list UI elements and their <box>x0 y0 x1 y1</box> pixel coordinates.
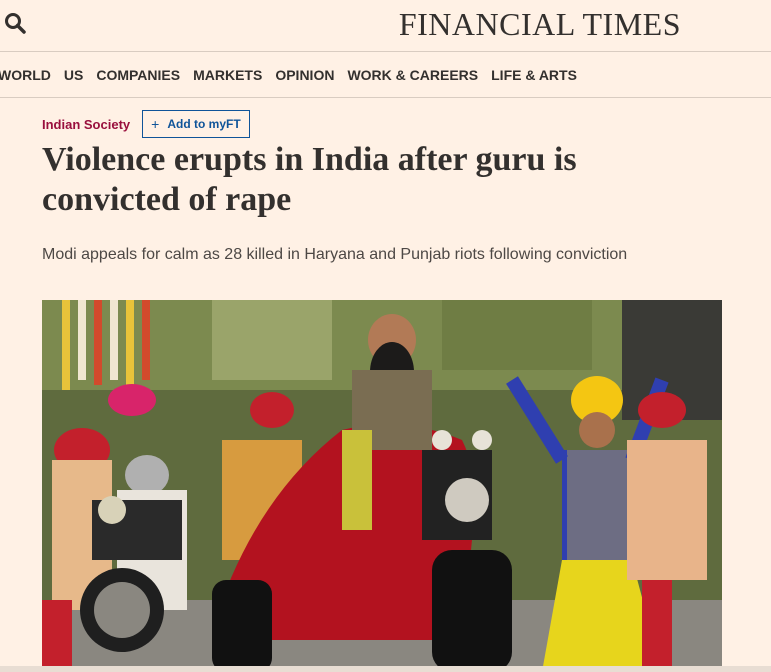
main-navigation: WORLD US COMPANIES MARKETS OPINION WORK … <box>0 52 771 98</box>
nav-item-opinion[interactable]: OPINION <box>275 67 334 83</box>
plus-icon: + <box>151 116 160 132</box>
search-icon[interactable] <box>4 12 28 36</box>
nav-item-world[interactable]: WORLD <box>0 67 51 83</box>
nav-item-work-careers[interactable]: WORK & CAREERS <box>347 67 478 83</box>
article-main-image <box>42 300 722 672</box>
nav-item-companies[interactable]: COMPANIES <box>96 67 180 83</box>
bottom-strip <box>0 666 771 672</box>
nav-item-life-arts[interactable]: LIFE & ARTS <box>491 67 577 83</box>
masthead-logo[interactable]: FINANCIAL TIMES <box>399 6 681 43</box>
nav-item-us[interactable]: US <box>64 67 83 83</box>
top-bar: FINANCIAL TIMES <box>0 0 771 52</box>
article-standfirst: Modi appeals for calm as 28 killed in Ha… <box>42 246 628 263</box>
article-headline: Violence erupts in India after guru is c… <box>42 141 577 218</box>
article-tag-row: Indian Society + Add to myFT <box>42 110 250 138</box>
topic-link[interactable]: Indian Society <box>42 117 130 132</box>
add-to-myft-label: Add to myFT <box>167 117 241 131</box>
nav-item-markets[interactable]: MARKETS <box>193 67 262 83</box>
add-to-myft-button[interactable]: + Add to myFT <box>142 110 250 138</box>
